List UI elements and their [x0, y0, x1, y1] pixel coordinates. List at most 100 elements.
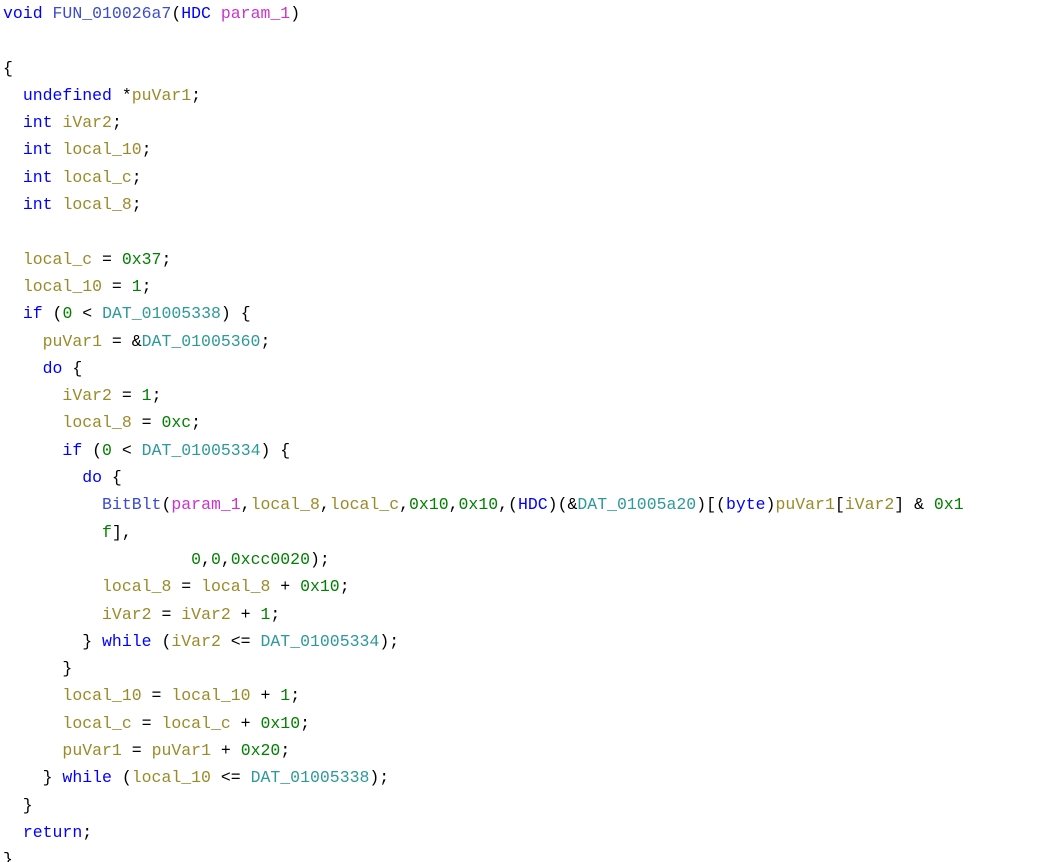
code-line[interactable]: int local_10; [0, 136, 1058, 163]
token-keyword[interactable]: int [23, 168, 53, 187]
decompiler-output-panel[interactable]: void FUN_010026a7(HDC param_1) { undefin… [0, 0, 1058, 862]
code-line[interactable]: int local_c; [0, 164, 1058, 191]
token-param[interactable]: param_1 [221, 4, 290, 23]
token-keyword[interactable]: int [23, 140, 53, 159]
token-number[interactable]: 0xc [161, 413, 191, 432]
token-var[interactable]: iVar2 [171, 632, 221, 651]
code-line[interactable]: } [0, 655, 1058, 682]
token-number[interactable]: 1 [142, 386, 152, 405]
token-var[interactable]: local_c [161, 714, 230, 733]
code-line[interactable]: } [0, 846, 1058, 862]
token-number[interactable]: 0x10 [459, 495, 499, 514]
token-number[interactable]: 1 [280, 686, 290, 705]
code-line[interactable]: local_10 = local_10 + 1; [0, 682, 1058, 709]
code-line[interactable]: BitBlt(param_1,local_8,local_c,0x10,0x10… [0, 491, 1058, 518]
code-line[interactable]: int local_8; [0, 191, 1058, 218]
token-number[interactable]: 0 [211, 550, 221, 569]
token-var[interactable]: local_8 [251, 495, 320, 514]
token-var[interactable]: local_10 [23, 277, 102, 296]
code-line[interactable]: puVar1 = &DAT_01005360; [0, 328, 1058, 355]
token-keyword[interactable]: int [23, 195, 53, 214]
code-line[interactable] [0, 27, 1058, 54]
token-func[interactable]: FUN_010026a7 [53, 4, 172, 23]
token-number[interactable]: 0 [62, 304, 72, 323]
token-number[interactable]: 0x10 [260, 714, 300, 733]
token-var[interactable]: local_8 [102, 577, 171, 596]
token-keyword[interactable]: while [102, 632, 152, 651]
code-line[interactable]: } while (local_10 <= DAT_01005338); [0, 764, 1058, 791]
code-line[interactable]: void FUN_010026a7(HDC param_1) [0, 0, 1058, 27]
token-number[interactable]: 0xcc0020 [231, 550, 310, 569]
token-var[interactable]: local_10 [62, 686, 141, 705]
token-var[interactable]: local_c [330, 495, 399, 514]
token-number[interactable]: 0x37 [122, 250, 162, 269]
code-line[interactable]: local_8 = 0xc; [0, 409, 1058, 436]
code-line[interactable]: iVar2 = iVar2 + 1; [0, 601, 1058, 628]
token-data[interactable]: DAT_01005338 [251, 768, 370, 787]
token-number[interactable]: 0 [102, 441, 112, 460]
code-line[interactable]: iVar2 = 1; [0, 382, 1058, 409]
token-var[interactable]: local_10 [132, 768, 211, 787]
token-number[interactable]: 1 [261, 605, 271, 624]
token-var[interactable]: iVar2 [845, 495, 895, 514]
token-var[interactable]: iVar2 [62, 113, 112, 132]
token-number[interactable]: f [102, 523, 112, 542]
token-func[interactable]: BitBlt [102, 495, 161, 514]
token-var[interactable]: puVar1 [152, 741, 211, 760]
code-line[interactable]: local_8 = local_8 + 0x10; [0, 573, 1058, 600]
token-keyword[interactable]: return [23, 823, 82, 842]
token-var[interactable]: local_8 [62, 195, 131, 214]
code-line[interactable]: local_c = 0x37; [0, 246, 1058, 273]
token-var[interactable]: local_c [62, 714, 131, 733]
token-keyword[interactable]: do [43, 359, 63, 378]
token-keyword[interactable]: do [82, 468, 102, 487]
token-var[interactable]: iVar2 [181, 605, 231, 624]
code-line[interactable]: puVar1 = puVar1 + 0x20; [0, 737, 1058, 764]
token-number[interactable]: 0x10 [409, 495, 449, 514]
token-keyword[interactable]: HDC [518, 495, 548, 514]
token-keyword[interactable]: void [3, 4, 43, 23]
code-line[interactable]: if (0 < DAT_01005338) { [0, 300, 1058, 327]
token-data[interactable]: DAT_01005360 [142, 332, 261, 351]
token-data[interactable]: DAT_01005334 [142, 441, 261, 460]
token-data[interactable]: DAT_01005a20 [577, 495, 696, 514]
token-var[interactable]: iVar2 [102, 605, 152, 624]
token-number[interactable]: 0 [191, 550, 201, 569]
code-line[interactable]: undefined *puVar1; [0, 82, 1058, 109]
token-var[interactable]: local_10 [171, 686, 250, 705]
token-keyword[interactable]: byte [726, 495, 766, 514]
code-line[interactable]: 0,0,0xcc0020); [0, 546, 1058, 573]
token-var[interactable]: local_10 [62, 140, 141, 159]
token-keyword[interactable]: if [62, 441, 82, 460]
code-line[interactable]: do { [0, 355, 1058, 382]
token-var[interactable]: local_8 [62, 413, 131, 432]
code-line[interactable]: { [0, 55, 1058, 82]
token-data[interactable]: DAT_01005338 [102, 304, 221, 323]
token-var[interactable]: iVar2 [62, 386, 112, 405]
code-listing[interactable]: void FUN_010026a7(HDC param_1) { undefin… [0, 0, 1058, 862]
token-keyword[interactable]: while [62, 768, 112, 787]
token-data[interactable]: DAT_01005334 [260, 632, 379, 651]
token-keyword[interactable]: HDC [181, 4, 211, 23]
token-var[interactable]: local_c [62, 168, 131, 187]
token-number[interactable]: 0x10 [300, 577, 340, 596]
code-line[interactable]: if (0 < DAT_01005334) { [0, 437, 1058, 464]
token-var[interactable]: puVar1 [132, 86, 191, 105]
code-line[interactable]: int iVar2; [0, 109, 1058, 136]
code-line[interactable]: return; [0, 819, 1058, 846]
token-var[interactable]: puVar1 [775, 495, 834, 514]
token-keyword[interactable]: if [23, 304, 43, 323]
token-var[interactable]: puVar1 [62, 741, 121, 760]
code-line[interactable]: local_c = local_c + 0x10; [0, 710, 1058, 737]
token-keyword[interactable]: undefined [23, 86, 112, 105]
code-line[interactable]: f], [0, 519, 1058, 546]
token-number[interactable]: 0x1 [934, 495, 964, 514]
token-var[interactable]: local_8 [201, 577, 270, 596]
token-keyword[interactable]: int [23, 113, 53, 132]
token-var[interactable]: local_c [23, 250, 92, 269]
code-line[interactable]: do { [0, 464, 1058, 491]
token-number[interactable]: 1 [132, 277, 142, 296]
token-var[interactable]: puVar1 [43, 332, 102, 351]
code-line[interactable]: } while (iVar2 <= DAT_01005334); [0, 628, 1058, 655]
code-line[interactable]: } [0, 792, 1058, 819]
